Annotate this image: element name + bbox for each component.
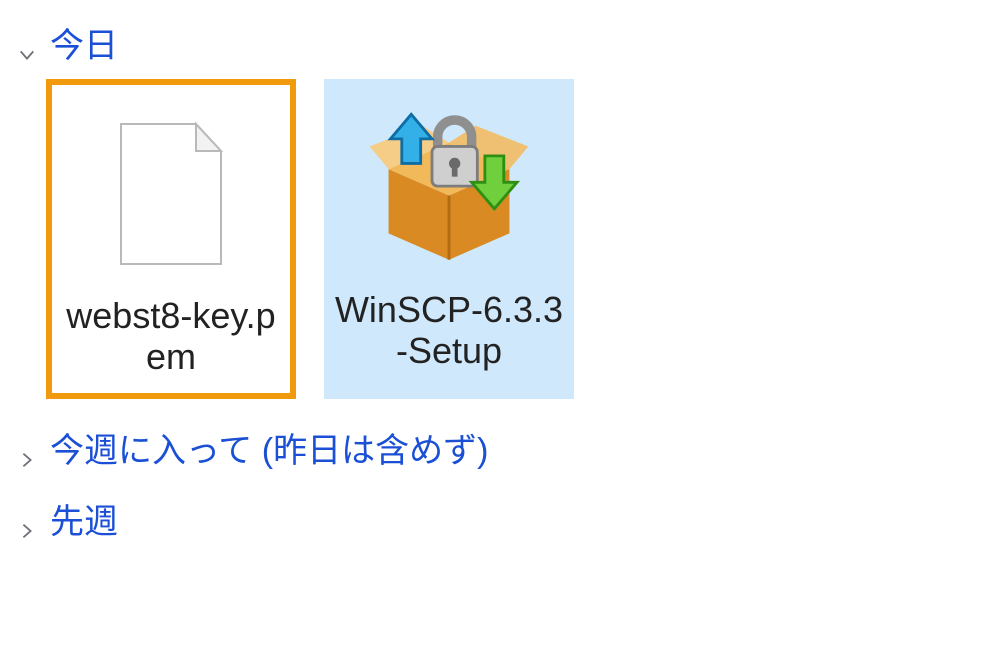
group-header-earlier-this-week[interactable]: 今週に入って (昨日は含めず)	[18, 423, 982, 472]
group-header-last-week[interactable]: 先週	[18, 494, 982, 543]
chevron-right-icon	[18, 510, 36, 528]
group-label: 今週に入って (昨日は含めず)	[50, 423, 488, 472]
group-label: 今日	[50, 18, 118, 67]
file-item-winscp-setup[interactable]: WinSCP-6.3.3-Setup	[324, 79, 574, 399]
chevron-right-icon	[18, 439, 36, 457]
group-label: 先週	[50, 494, 118, 543]
items-row-today: webst8-key.pem	[46, 79, 982, 399]
file-item-webst8-key[interactable]: webst8-key.pem	[46, 79, 296, 399]
chevron-down-icon	[18, 34, 36, 52]
group-header-today[interactable]: 今日	[18, 18, 982, 67]
installer-box-icon	[364, 93, 534, 283]
file-label: webst8-key.pem	[58, 295, 284, 378]
generic-file-icon	[86, 99, 256, 289]
file-label: WinSCP-6.3.3-Setup	[330, 289, 568, 372]
